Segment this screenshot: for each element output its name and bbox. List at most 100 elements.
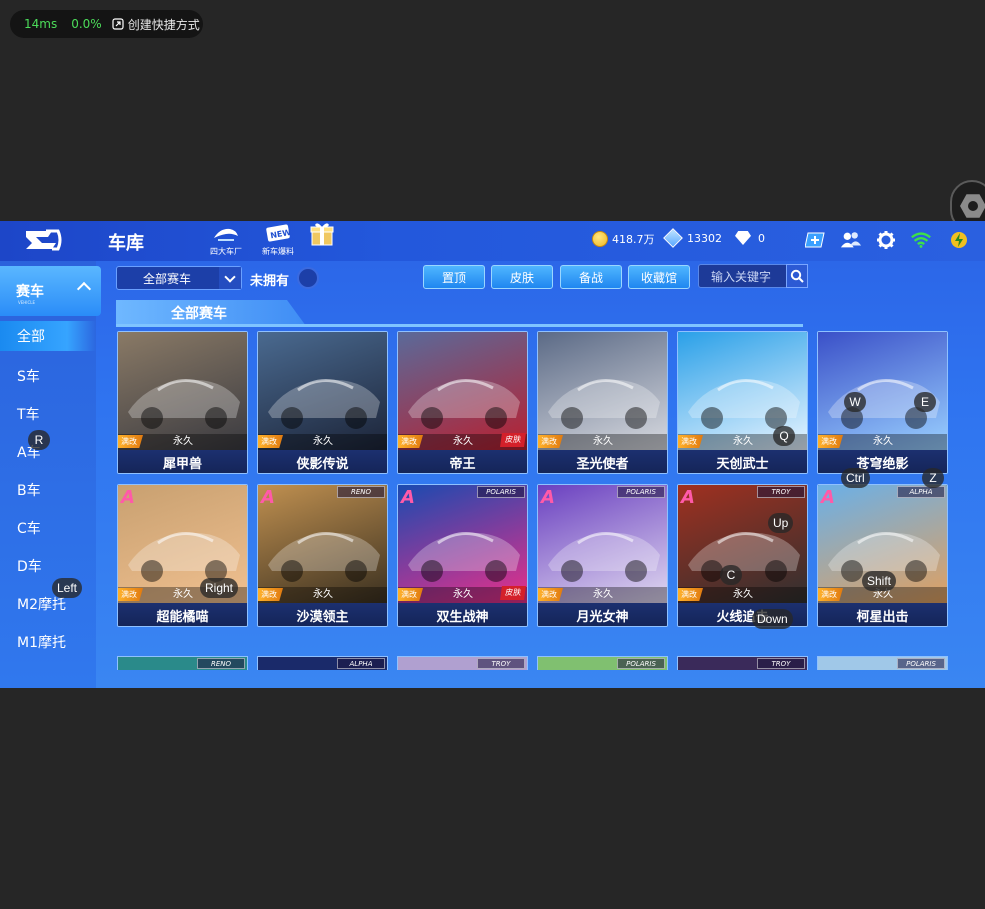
car-name: 侠影传说 [258,450,387,473]
car-silhouette-icon [128,379,240,429]
friends-button[interactable] [840,229,862,251]
permanent-label: 永久 [733,436,753,447]
car-card[interactable]: A TROY 满改 永久 火线追击 [677,484,808,627]
key-hint: Q [773,426,795,446]
a-class-icon: A [541,487,555,508]
diamond-balance: 0 [735,231,765,245]
search-input[interactable]: 输入关键字 [698,264,808,288]
fully-modified-badge: 满改 [538,588,563,601]
car-silhouette-icon [548,532,660,582]
permanent-label: 永久 [873,436,893,447]
key-hint: Up [768,513,794,533]
fully-modified-badge: 满改 [538,435,563,448]
battery-icon [951,232,967,248]
unowned-label: 未拥有 [250,274,290,289]
add-button[interactable] [804,229,826,251]
car-name: 双生战神 [398,603,527,626]
car-name: 柯星出击 [818,603,947,626]
car-card[interactable]: A ALPHA 满改 永久 柯星出击 [817,484,948,627]
sidebar-header-label: 赛车 [16,284,44,300]
a-class-icon: A [401,487,415,508]
sidebar-item[interactable]: C车 [0,513,96,543]
car-card[interactable]: 满改 永久 犀甲兽 [117,331,248,474]
pin-top-button[interactable]: 置顶 [423,265,485,289]
permanent-label: 永久 [173,589,193,600]
new-car-news-button[interactable]: NEW 新车爆料 [256,223,300,259]
search-icon [790,269,804,283]
unowned-toggle[interactable] [297,267,319,289]
car-type-dropdown[interactable]: 全部赛车 [116,266,242,290]
car-card-partial[interactable]: ALPHA [257,656,388,670]
car-card[interactable]: A RENO 满改 永久 沙漠领主 [257,484,388,627]
permanent-label: 永久 [453,589,473,600]
sidebar-item[interactable]: M1摩托 [0,627,96,657]
car-card-partial[interactable]: POLARIS [817,656,948,670]
car-factory-icon [214,228,238,241]
page-title: 车库 [108,233,144,254]
skin-button[interactable]: 皮肤 [491,265,553,289]
car-artwork [538,485,667,603]
car-card-partial[interactable]: POLARIS [537,656,668,670]
sidebar-item[interactable]: S车 [0,361,96,391]
car-card-partial[interactable]: RENO [117,656,248,670]
car-card[interactable]: A POLARIS 满改 永久 月光女神 [537,484,668,627]
car-silhouette-icon [268,379,380,429]
hexagon-gear-icon [960,194,985,218]
fully-modified-badge: 满改 [258,435,283,448]
car-card[interactable]: 满改 永久 圣光使者 [537,331,668,474]
fully-modified-badge: 满改 [678,435,703,448]
permanent-label: 永久 [453,436,473,447]
friends-icon [840,232,862,248]
car-artwork [118,332,247,450]
section-title: 全部赛车 [116,300,306,326]
network-status [910,229,932,251]
car-card[interactable]: A POLARIS 满改 永久 皮肤 双生战神 [397,484,528,627]
brand-badge: RENO [197,658,245,669]
fully-modified-badge: 满改 [678,588,703,601]
collection-button[interactable]: 收藏馆 [628,265,690,289]
key-hint: Ctrl [841,468,870,488]
shortcut-icon [112,18,124,30]
key-hint: Left [52,578,83,598]
sidebar-item[interactable]: T车 [0,399,96,429]
coupon-icon [663,228,683,248]
sidebar-item[interactable]: D车 [0,551,96,581]
car-card[interactable]: 满改 永久 皮肤 帝王 [397,331,528,474]
settings-button[interactable] [875,229,897,251]
car-artwork [678,485,807,603]
sidebar-header-vehicle[interactable]: 赛车 VEHICLE [0,266,101,316]
create-shortcut-button[interactable]: 创建快捷方式 [112,16,200,33]
fully-modified-badge: 满改 [818,588,843,601]
sidebar-item[interactable]: B车 [0,475,96,505]
coin-value: 418.7万 [612,233,655,246]
car-card-partial[interactable]: TROY [397,656,528,670]
gift-button[interactable] [300,223,344,259]
prepare-button[interactable]: 备战 [560,265,622,289]
brand-badge: POLARIS [897,658,945,669]
sidebar-item[interactable]: M2摩托 [0,589,96,619]
fully-modified-badge: 满改 [258,588,283,601]
car-artwork [258,485,387,603]
latency-readout: 14ms [24,17,58,31]
key-hint: R [28,430,50,450]
brand-badge: TROY [477,658,525,669]
car-card-partial[interactable]: TROY [677,656,808,670]
a-class-icon: A [681,487,695,508]
coin-balance: 418.7万 [592,231,655,247]
car-card[interactable]: 满改 永久 天创武士 [677,331,808,474]
key-hint: Right [200,578,239,598]
key-hint: E [914,392,936,412]
brand-badge: TROY [757,486,805,498]
brand-badge: TROY [757,658,805,669]
car-card[interactable]: 满改 永久 侠影传说 [257,331,388,474]
key-hint: C [720,565,742,585]
car-name: 月光女神 [538,603,667,626]
car-silhouette-icon [828,379,940,429]
car-card[interactable]: A 满改 永久 超能橘喵 [117,484,248,627]
key-hint: W [844,392,866,412]
chevron-down-icon [219,267,241,289]
search-button[interactable] [786,264,808,288]
car-factory-button[interactable]: 四大车厂 [204,223,248,259]
sidebar-item[interactable]: 全部 [0,321,96,351]
diamond-value: 0 [758,231,765,245]
